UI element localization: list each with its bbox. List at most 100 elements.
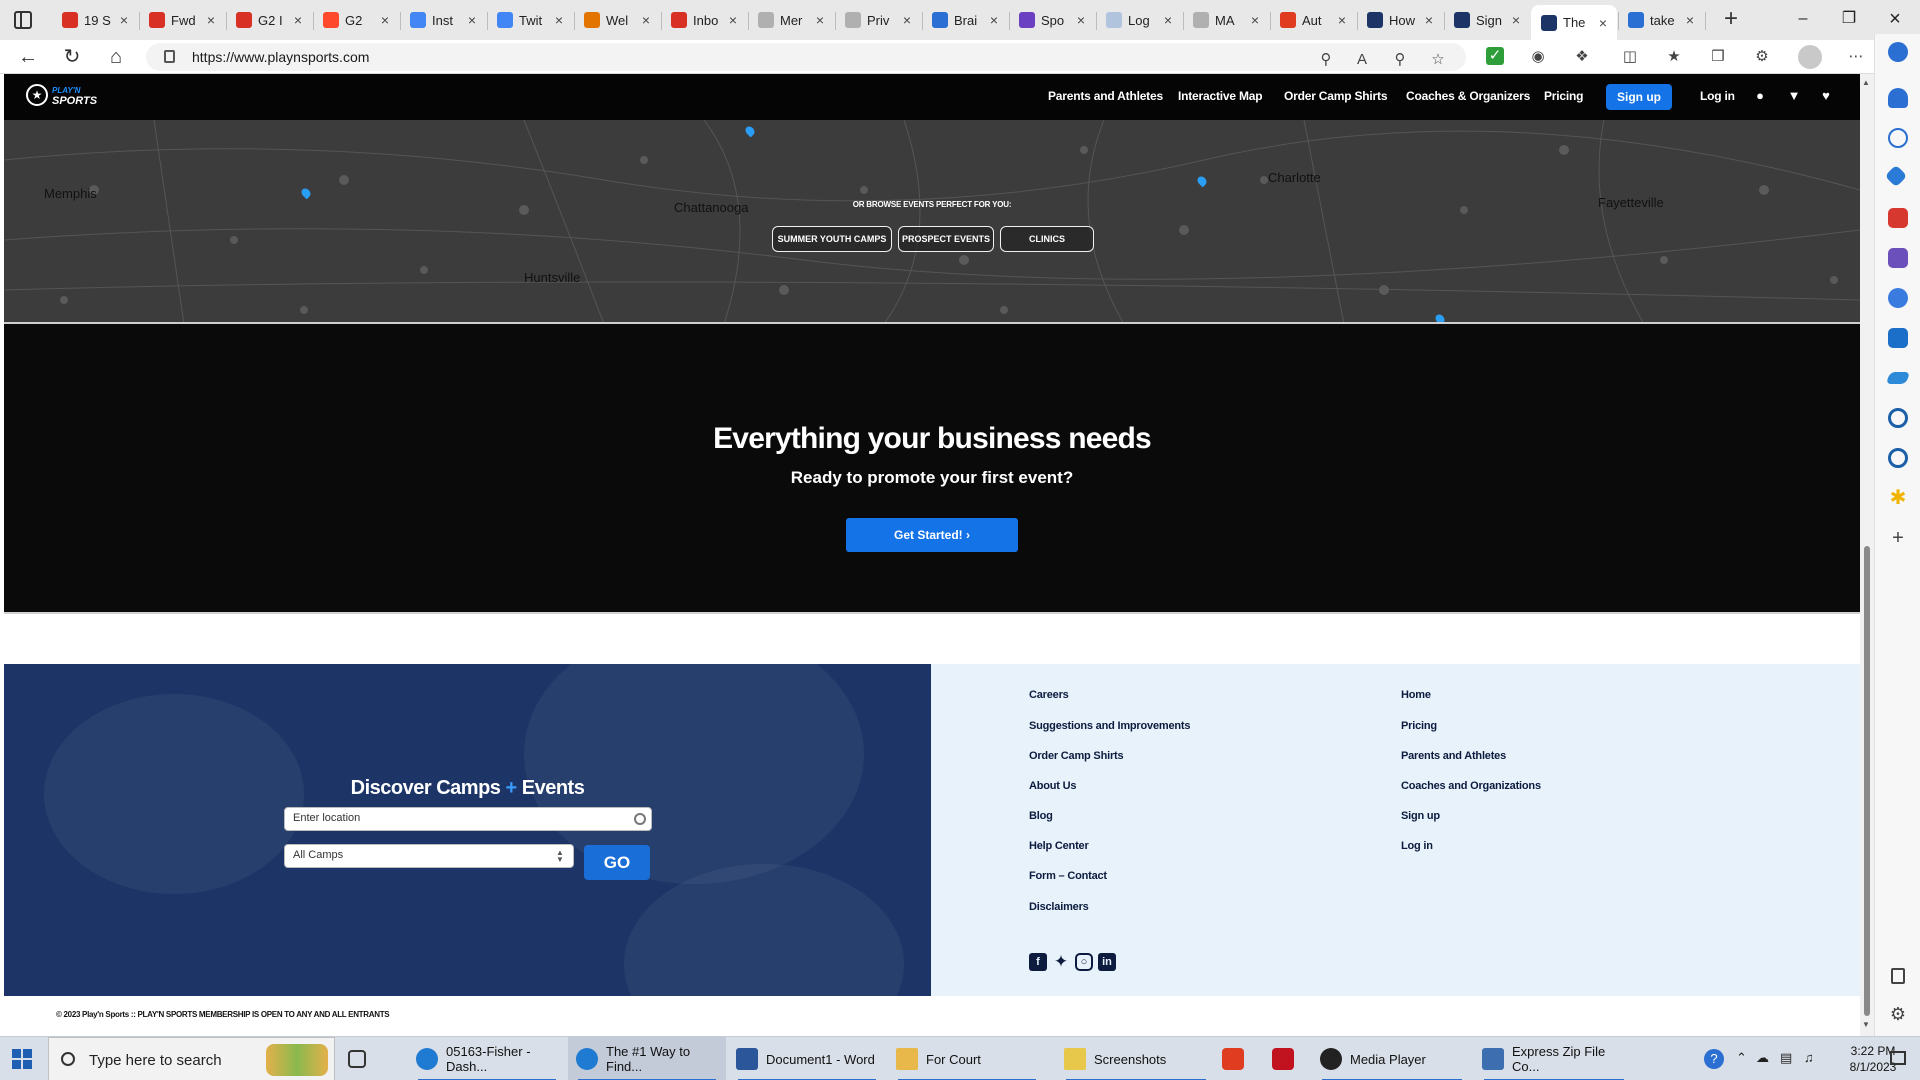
scrollbar-thumb[interactable] [1864,546,1870,1016]
footer-link[interactable]: Order Camp Shirts [1029,750,1124,762]
close-tab-icon[interactable]: × [1682,12,1698,28]
prospect-events-button[interactable]: PROSPECT EVENTS [898,226,994,252]
more-options-icon[interactable]: ⋯ [1846,47,1866,67]
close-tab-icon[interactable]: × [203,12,219,28]
read-aloud-icon[interactable]: A [1352,50,1372,70]
signup-button[interactable]: Sign up [1606,84,1672,110]
browser-tab[interactable]: How × [1357,5,1443,35]
edge-app-icon[interactable] [1888,408,1908,428]
close-tab-icon[interactable]: × [638,12,654,28]
footer-link[interactable]: About Us [1029,780,1076,792]
footer-link[interactable]: Home [1401,689,1431,701]
footer-link[interactable]: Suggestions and Improvements [1029,720,1190,732]
outlook-icon[interactable] [1888,328,1908,348]
close-tab-icon[interactable]: × [986,12,1002,28]
map-section[interactable]: Memphis Chattanooga Huntsville Charlotte… [4,120,1860,324]
close-tab-icon[interactable]: × [1073,12,1089,28]
taskbar-search-box[interactable]: Type here to search [48,1037,335,1080]
favorite-star-icon[interactable]: ☆ [1428,50,1448,70]
send-icon[interactable] [1885,372,1911,384]
taskbar-app[interactable]: The #1 Way to Find... [568,1037,726,1080]
url-text[interactable]: https://www.playnsports.com [192,49,369,65]
browser-tab[interactable]: take × [1618,5,1704,35]
footer-link[interactable]: Pricing [1401,720,1437,732]
browser-tab[interactable]: Twit × [487,5,573,35]
footer-link[interactable]: Coaches and Organizations [1401,780,1541,792]
puzzle-extensions-icon[interactable]: ❖ [1572,47,1592,67]
settings-gear-icon[interactable]: ⚙ [1888,1004,1908,1024]
shopping-tag-icon[interactable] [1884,164,1908,188]
footer-link[interactable]: Help Center [1029,840,1089,852]
footer-link[interactable]: Disclaimers [1029,901,1089,913]
performance-icon[interactable]: ⚙ [1752,47,1772,67]
add-app-icon[interactable]: + [1888,528,1908,548]
location-input[interactable]: Enter location [284,807,652,831]
close-tab-icon[interactable]: × [1508,12,1524,28]
browser-tab[interactable]: Log × [1096,5,1182,35]
browser-tab[interactable]: Aut × [1270,5,1356,35]
browser-tab[interactable]: Spo × [1009,5,1095,35]
footer-link[interactable]: Sign up [1401,810,1440,822]
url-field[interactable]: https://www.playnsports.com ⚲ A ⚲ ☆ [146,43,1466,71]
close-tab-icon[interactable]: × [1595,15,1611,31]
copilot-icon[interactable] [1888,42,1908,62]
taskbar-app[interactable]: For Court [888,1037,1046,1080]
facebook-icon[interactable]: f [1029,953,1047,971]
close-tab-icon[interactable]: × [1247,12,1263,28]
close-tab-icon[interactable]: × [551,12,567,28]
zoom-icon[interactable]: ⚲ [1390,50,1410,70]
split-screen-icon[interactable]: ◫ [1620,47,1640,67]
browser-tab[interactable]: The × [1531,5,1617,40]
notification-center-icon[interactable] [1890,1051,1906,1065]
back-button[interactable]: ← [14,44,42,70]
restore-button[interactable]: ❐ [1826,4,1872,34]
close-tab-icon[interactable]: × [1421,12,1437,28]
close-window-button[interactable]: × [1872,4,1918,34]
get-started-button[interactable]: Get Started! › [846,518,1018,552]
close-tab-icon[interactable]: × [1334,12,1350,28]
scroll-down-icon[interactable]: ▼ [1862,1020,1870,1029]
globe-icon[interactable]: ● [1752,88,1768,104]
notifications-bell-icon[interactable] [1888,88,1908,108]
browser-tab[interactable]: Brai × [922,5,1008,35]
scroll-up-icon[interactable]: ▲ [1862,78,1870,87]
heart-icon[interactable]: ♥ [1818,88,1834,104]
home-button[interactable]: ⌂ [102,44,130,70]
new-tab-button[interactable]: + [1716,6,1746,34]
taskbar-app[interactable]: Document1 - Word [728,1037,886,1080]
acrobat-icon[interactable] [1222,1048,1244,1070]
close-tab-icon[interactable]: × [116,12,132,28]
footer-link[interactable]: Parents and Athletes [1401,750,1506,762]
twitter-icon[interactable]: ✦ [1052,953,1070,971]
browser-tab[interactable]: Mer × [748,5,834,35]
page-scrollbar[interactable]: ▲ ▼ [1860,74,1874,1036]
favorites-icon[interactable]: ★ [1664,47,1684,67]
close-tab-icon[interactable]: × [725,12,741,28]
taskbar-app[interactable]: Express Zip File Co... [1474,1037,1634,1080]
task-view-icon[interactable] [348,1050,366,1068]
instagram-icon[interactable]: ○ [1075,953,1093,971]
tray-chevron-icon[interactable]: ⌃ [1736,1050,1747,1066]
close-tab-icon[interactable]: × [464,12,480,28]
close-tab-icon[interactable]: × [377,12,393,28]
windows-start-icon[interactable] [12,1049,32,1069]
camps-select[interactable]: All Camps [284,844,574,868]
go-button[interactable]: GO [584,845,650,880]
search-icon[interactable] [1888,128,1908,148]
browser-tab[interactable]: G2 I × [226,5,312,35]
nav-pricing[interactable]: Pricing [1544,89,1583,103]
footer-link[interactable]: Log in [1401,840,1433,852]
nav-parents-athletes[interactable]: Parents and Athletes [1048,89,1163,103]
clinics-button[interactable]: CLINICS [1000,226,1094,252]
browser-tab[interactable]: Priv × [835,5,921,35]
checkmark-extension-icon[interactable]: ✓ [1486,47,1504,65]
nav-interactive-map[interactable]: Interactive Map [1178,89,1263,103]
edge-app-icon[interactable] [1888,448,1908,468]
profile-avatar[interactable] [1798,45,1822,69]
collections-icon[interactable]: ❒ [1708,47,1728,67]
footer-link[interactable]: Careers [1029,689,1069,701]
taskbar-app[interactable]: 05163-Fisher - Dash... [408,1037,566,1080]
close-tab-icon[interactable]: × [899,12,915,28]
tab-actions-icon[interactable] [14,11,32,29]
volume-icon[interactable]: ♫ [1804,1050,1814,1065]
